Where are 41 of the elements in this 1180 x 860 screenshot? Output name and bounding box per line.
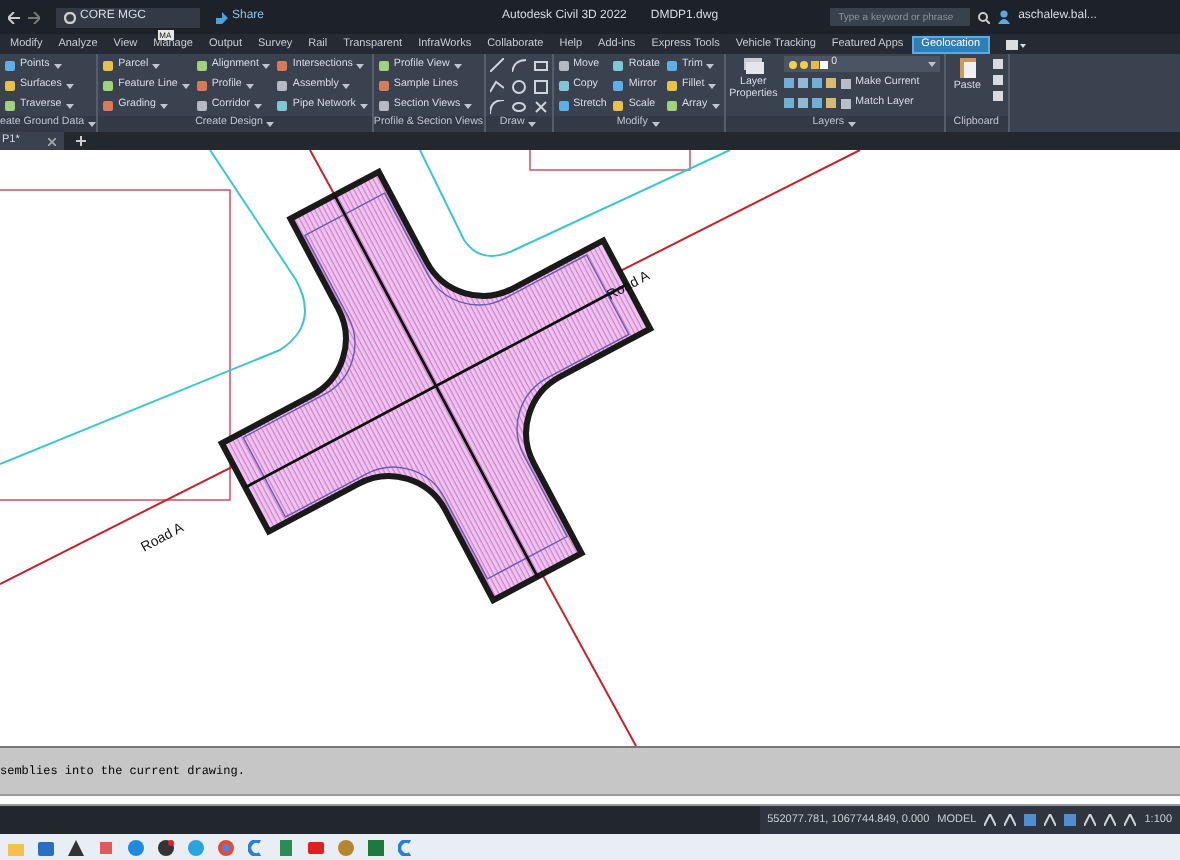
redo-icon[interactable] [28,11,40,23]
browser-icon[interactable] [218,839,234,855]
copy-icon[interactable] [991,74,1004,86]
caret-icon[interactable] [88,121,97,127]
paste-special-icon[interactable] [991,90,1004,102]
cut-icon[interactable] [991,58,1004,70]
layers-icon [741,56,766,76]
spreadsheet-icon[interactable] [368,839,384,855]
panel-toggle-icon[interactable] [1006,39,1027,49]
curve-icon[interactable] [511,58,526,72]
command-input[interactable] [0,794,1180,806]
caret-icon[interactable] [266,121,275,127]
mail-icon[interactable] [38,839,54,855]
line-icon[interactable] [489,58,504,72]
caret-icon[interactable] [528,121,537,127]
document-icon[interactable] [278,839,294,855]
caret-icon[interactable] [848,121,857,127]
close-icon[interactable] [47,137,56,145]
square-icon[interactable] [533,79,548,94]
search-icon[interactable] [978,11,991,23]
arc-icon[interactable] [489,100,504,115]
browser-icon[interactable] [128,839,144,855]
undo-icon[interactable] [8,11,20,23]
app-icon[interactable] [158,839,174,855]
video-icon[interactable] [308,839,324,855]
plus-icon[interactable] [75,136,86,146]
gear-icon [64,11,76,23]
user-icon [998,10,1011,24]
triangle-icon[interactable] [68,839,84,855]
clipboard-icon [957,56,978,80]
caret-icon[interactable] [651,121,660,127]
polyline-icon[interactable] [489,79,504,94]
ellipse-icon[interactable] [511,100,526,115]
share-icon [216,11,228,23]
circle-icon[interactable] [511,79,526,94]
layer-state-icon [787,59,828,69]
layer-tools-icon[interactable] [783,77,836,89]
caret-icon [927,61,936,67]
rectangle-icon[interactable] [533,58,548,72]
hatch-icon[interactable] [533,100,548,115]
layer-tools-icon[interactable] [783,97,836,109]
